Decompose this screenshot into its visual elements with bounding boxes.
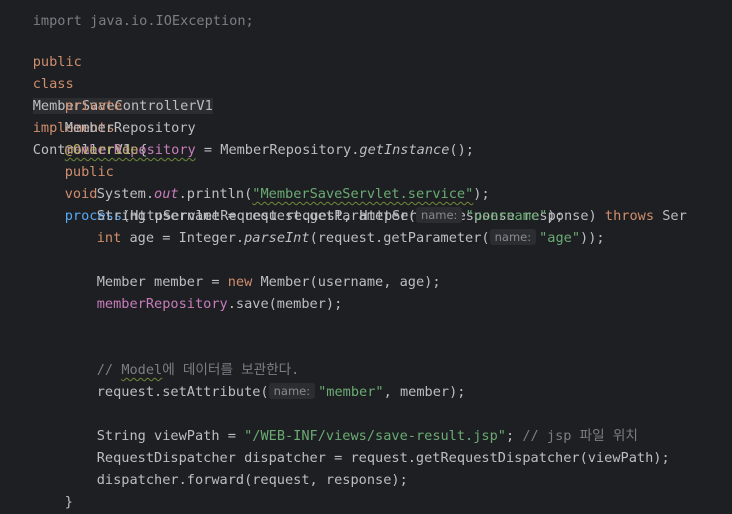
code-line-import: import java.io.IOException;: [0, 0, 254, 29]
forward-text: dispatcher.forward(request, response);: [96, 472, 408, 488]
code-line-field: private MemberRepository memberRepositor…: [32, 73, 474, 158]
field-ref-member-repository[interactable]: memberRepository: [97, 296, 228, 312]
code-line-method-close: }: [32, 469, 73, 510]
keyword-int: int: [96, 230, 122, 246]
import-text: import java.io.IOException;: [32, 13, 254, 29]
code-editor[interactable]: import java.io.IOException; public class…: [0, 0, 732, 514]
code-line-println: System.out.println("MemberSaveServlet.se…: [64, 161, 490, 202]
save-tail: .save(member);: [227, 296, 343, 312]
keyword-throws: throws: [604, 208, 655, 224]
code-line-forward: dispatcher.forward(request, response);: [64, 447, 408, 488]
string-member: "member": [318, 384, 384, 400]
code-line-method-decl: public void process(HttpServletRequest r…: [32, 139, 687, 224]
code-line-class-close: }: [0, 491, 41, 513]
age-head-2: (request.getParameter(: [309, 230, 490, 246]
keyword-public: public: [32, 54, 82, 70]
inlay-hint-name: name:: [489, 229, 537, 245]
close-brace-method: }: [64, 494, 73, 510]
call-parse-int: parseInt: [244, 230, 310, 246]
age-tail: ));: [580, 230, 605, 246]
code-line-age: int age = Integer.parseInt(request.getPa…: [64, 205, 605, 246]
inlay-hint-name: name:: [268, 383, 316, 399]
code-line-view-path: String viewPath = "/WEB-INF/views/save-r…: [64, 403, 638, 444]
code-line-comment-model: // Model에 데이터를 보관한다.: [64, 337, 300, 378]
code-line-annotation: @Override: [32, 117, 139, 158]
keyword-private: private: [64, 98, 123, 114]
setattr-tail: , member);: [383, 384, 466, 400]
code-line-save: memberRepository.save(member);: [64, 271, 343, 312]
string-age: "age": [539, 230, 581, 246]
code-line-username: String username = request.getParameter(n…: [64, 183, 564, 224]
code-line-class-decl: public class MemberSaveControllerV1 impl…: [0, 29, 213, 158]
age-head: age = Integer.: [121, 230, 245, 246]
setattr-head: request.setAttribute(: [96, 384, 269, 400]
code-line-set-attribute: request.setAttribute(name: "member", memb…: [64, 359, 465, 400]
code-line-dispatcher: RequestDispatcher dispatcher = request.g…: [64, 425, 670, 466]
code-line-member: Member member = new Member(username, age…: [64, 249, 441, 290]
method-decl-tail: Ser: [654, 208, 687, 224]
